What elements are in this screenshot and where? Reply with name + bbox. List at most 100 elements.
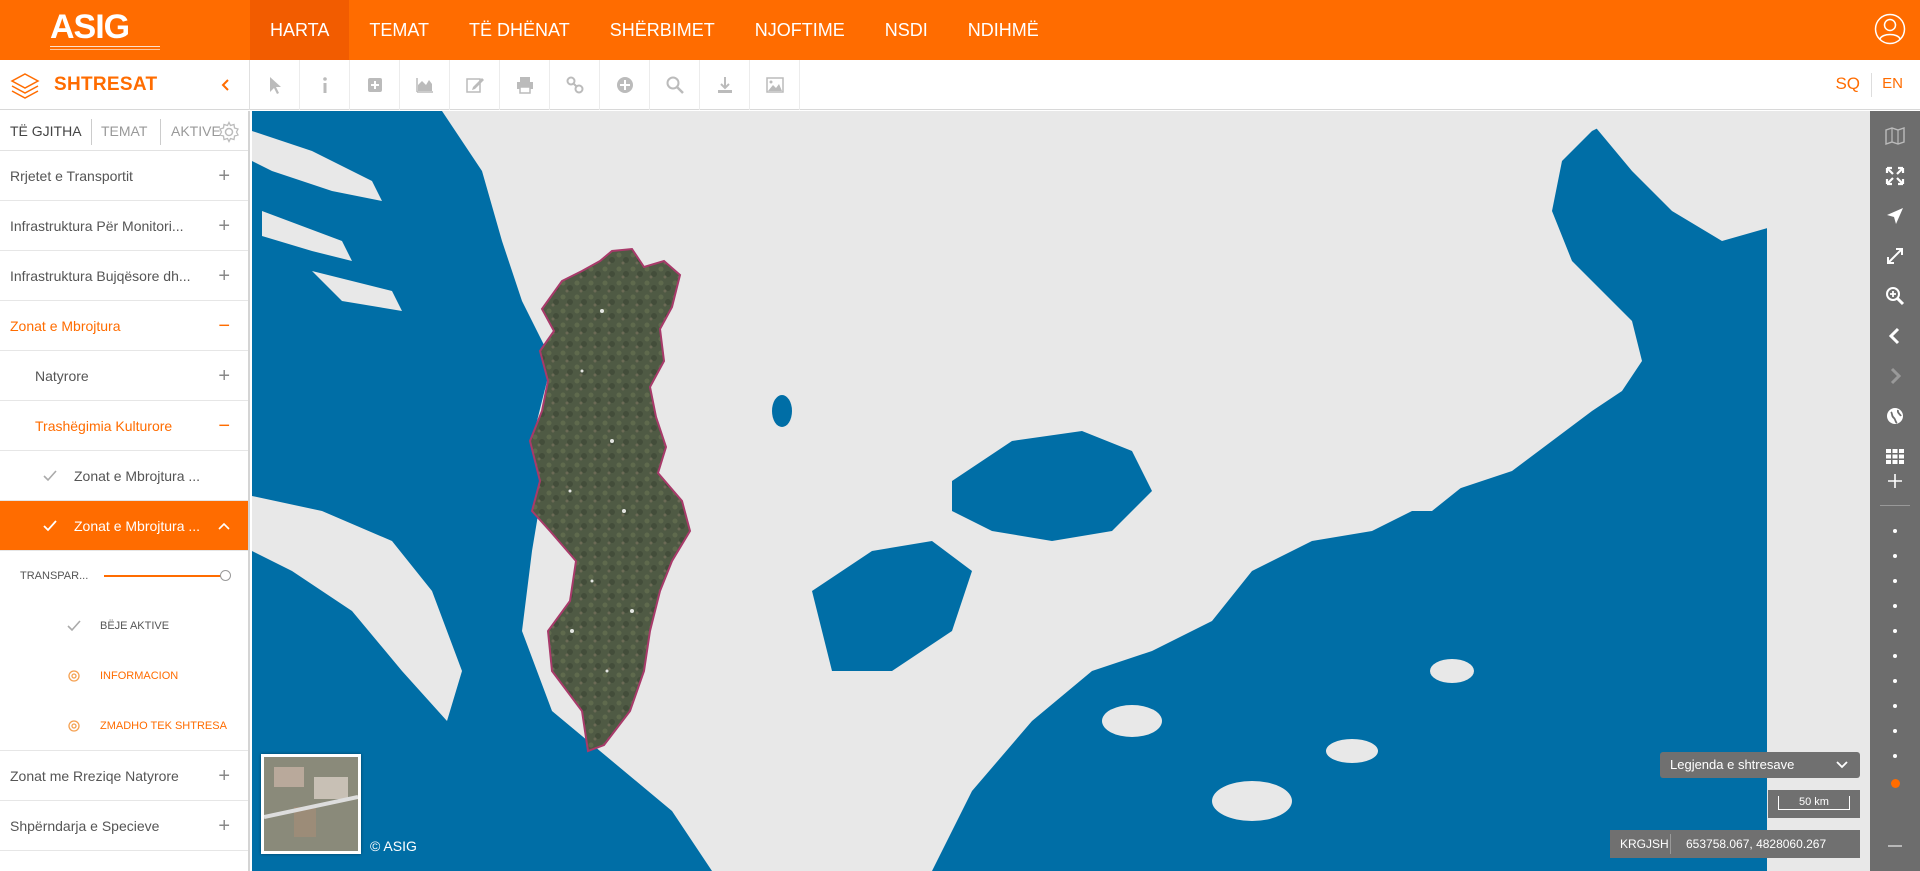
plus-circle-tool-button[interactable] <box>600 60 650 110</box>
image-tool-button[interactable] <box>750 60 800 110</box>
layer-group-zonat-mbrojtura[interactable]: Zonat e Mbrojtura − <box>0 301 248 351</box>
download-tool-button[interactable] <box>700 60 750 110</box>
map-canvas[interactable] <box>252 111 1870 871</box>
locate-me-button[interactable] <box>1870 196 1920 236</box>
transparency-slider[interactable] <box>104 575 228 577</box>
select-tool-button[interactable] <box>250 60 300 110</box>
expand-icon[interactable]: + <box>218 251 230 301</box>
expand-icon[interactable]: + <box>218 201 230 251</box>
layer-zonat-mbrojtura-2-selected[interactable]: Zonat e Mbrojtura ... <box>0 501 248 551</box>
layer-subgroup-trashegimia[interactable]: Trashëgimia Kulturore − <box>0 401 248 451</box>
layer-tabs: TË GJITHA TEMAT AKTIVE <box>0 111 248 151</box>
lake-prespa <box>772 395 792 427</box>
user-account-icon[interactable] <box>1874 13 1906 45</box>
chevron-right-icon <box>1890 367 1902 385</box>
zoom-box-button[interactable] <box>1870 276 1920 316</box>
expand-icon[interactable]: + <box>218 801 230 851</box>
image-icon <box>766 77 784 93</box>
basemap-button[interactable] <box>1870 116 1920 156</box>
collapse-icon[interactable]: − <box>218 401 230 451</box>
print-icon <box>517 77 533 94</box>
nav-njoftime[interactable]: NJOFTIME <box>735 0 865 60</box>
layers-icon <box>10 71 40 99</box>
zoom-in-button[interactable] <box>1870 461 1920 501</box>
transparency-slider-handle[interactable] <box>219 570 231 581</box>
settings-gear-icon[interactable] <box>218 121 240 143</box>
layer-zonat-mbrojtura-1[interactable]: Zonat e Mbrojtura ... <box>0 451 248 501</box>
make-active-button[interactable]: BËJE AKTIVE <box>100 601 169 651</box>
nav-te-dhenat[interactable]: TË DHËNAT <box>449 0 590 60</box>
select-icon <box>270 77 281 94</box>
full-extent-button[interactable] <box>1870 156 1920 196</box>
chevron-up-icon[interactable] <box>218 521 230 531</box>
globe-icon <box>1887 408 1903 424</box>
zoom-to-layer-row[interactable]: ZMADHO TEK SHTRESA <box>0 701 248 751</box>
search-icon <box>666 76 684 94</box>
globe-button[interactable] <box>1870 396 1920 436</box>
layers-panel-header: SHTRESAT <box>0 60 250 110</box>
nav-sherbimet[interactable]: SHËRBIMET <box>590 0 735 60</box>
crs-label[interactable]: KRGJSH <box>1620 830 1669 858</box>
coordinate-readout: KRGJSH 653758.067, 4828060.267 <box>1610 830 1860 858</box>
tab-temat[interactable]: TEMAT <box>101 111 147 151</box>
fullscreen-button[interactable] <box>1870 236 1920 276</box>
search-tool-button[interactable] <box>650 60 700 110</box>
albania-satellite-layer <box>528 247 692 753</box>
expand-arrows-icon <box>1885 166 1905 186</box>
nav-ndihme[interactable]: NDIHMË <box>948 0 1059 60</box>
basemap-switcher-thumbnail[interactable] <box>261 754 361 854</box>
gear-icon <box>68 720 80 732</box>
info-row[interactable]: INFORMACION <box>0 651 248 701</box>
satellite-thumbnail <box>263 757 359 851</box>
edit-tool-button[interactable] <box>450 60 500 110</box>
tab-aktive[interactable]: AKTIVE <box>171 111 221 151</box>
previous-extent-button[interactable] <box>1870 316 1920 356</box>
profile-tool-button[interactable] <box>400 60 450 110</box>
layer-group-rrjetet[interactable]: Rrjetet e Transportit + <box>0 151 248 201</box>
info-tool-button[interactable] <box>300 60 350 110</box>
chevron-left-icon <box>1888 327 1900 345</box>
zoom-out-button[interactable] <box>1870 826 1920 866</box>
nav-temat[interactable]: TEMAT <box>349 0 449 60</box>
check-icon[interactable] <box>42 468 58 484</box>
main-nav: HARTA TEMAT TË DHËNAT SHËRBIMET NJOFTIME… <box>250 0 1059 60</box>
zoom-to-layer-button[interactable]: ZMADHO TEK SHTRESA <box>100 701 227 751</box>
layer-group-monitorimi[interactable]: Infrastruktura Për Monitori... + <box>0 201 248 251</box>
tool-buttons <box>250 60 800 110</box>
add-tool-button[interactable] <box>350 60 400 110</box>
check-icon[interactable] <box>42 518 58 534</box>
download-icon <box>718 77 732 93</box>
layer-group-rreziqe[interactable]: Zonat me Rreziqe Natyrore + <box>0 751 248 801</box>
location-arrow-icon <box>1887 208 1903 224</box>
collapse-panel-button[interactable] <box>216 72 236 98</box>
chevron-down-icon <box>1836 761 1848 769</box>
tab-te-gjitha[interactable]: TË GJITHA <box>10 111 82 151</box>
language-en[interactable]: EN <box>1882 75 1903 92</box>
collapse-icon[interactable]: − <box>218 301 230 351</box>
nav-nsdi[interactable]: NSDI <box>865 0 948 60</box>
asig-logo[interactable]: ASIG <box>50 8 160 54</box>
zoom-slider-handle[interactable] <box>1891 779 1900 788</box>
transparency-label: TRANSPAR... <box>20 570 89 582</box>
top-navigation-bar: ASIG HARTA TEMAT TË DHËNAT SHËRBIMET NJO… <box>0 0 1920 60</box>
layer-subgroup-natyrore[interactable]: Natyrore + <box>0 351 248 401</box>
layer-group-bujqesore[interactable]: Infrastruktura Bujqësore dh... + <box>0 251 248 301</box>
print-tool-button[interactable] <box>500 60 550 110</box>
gear-icon <box>68 670 80 682</box>
information-button[interactable]: INFORMACION <box>100 651 178 701</box>
link-tool-button[interactable] <box>550 60 600 110</box>
plus-circle-icon <box>617 77 633 93</box>
layer-group-speciet[interactable]: Shpërndarja e Specieve + <box>0 801 248 851</box>
legend-toggle-button[interactable]: Legjenda e shtresave <box>1660 752 1860 778</box>
next-extent-button[interactable] <box>1870 356 1920 396</box>
layers-sidebar: TË GJITHA TEMAT AKTIVE Rrjetet e Transpo… <box>0 111 250 871</box>
scale-label: 50 km <box>1778 796 1850 810</box>
plus-icon <box>1888 474 1902 488</box>
language-sq[interactable]: SQ <box>1835 74 1860 94</box>
expand-icon[interactable]: + <box>218 151 230 201</box>
expand-icon[interactable]: + <box>218 751 230 801</box>
check-icon <box>67 620 81 632</box>
nav-harta[interactable]: HARTA <box>250 0 350 60</box>
make-active-row[interactable]: BËJE AKTIVE <box>0 601 248 651</box>
expand-icon[interactable]: + <box>218 351 230 401</box>
